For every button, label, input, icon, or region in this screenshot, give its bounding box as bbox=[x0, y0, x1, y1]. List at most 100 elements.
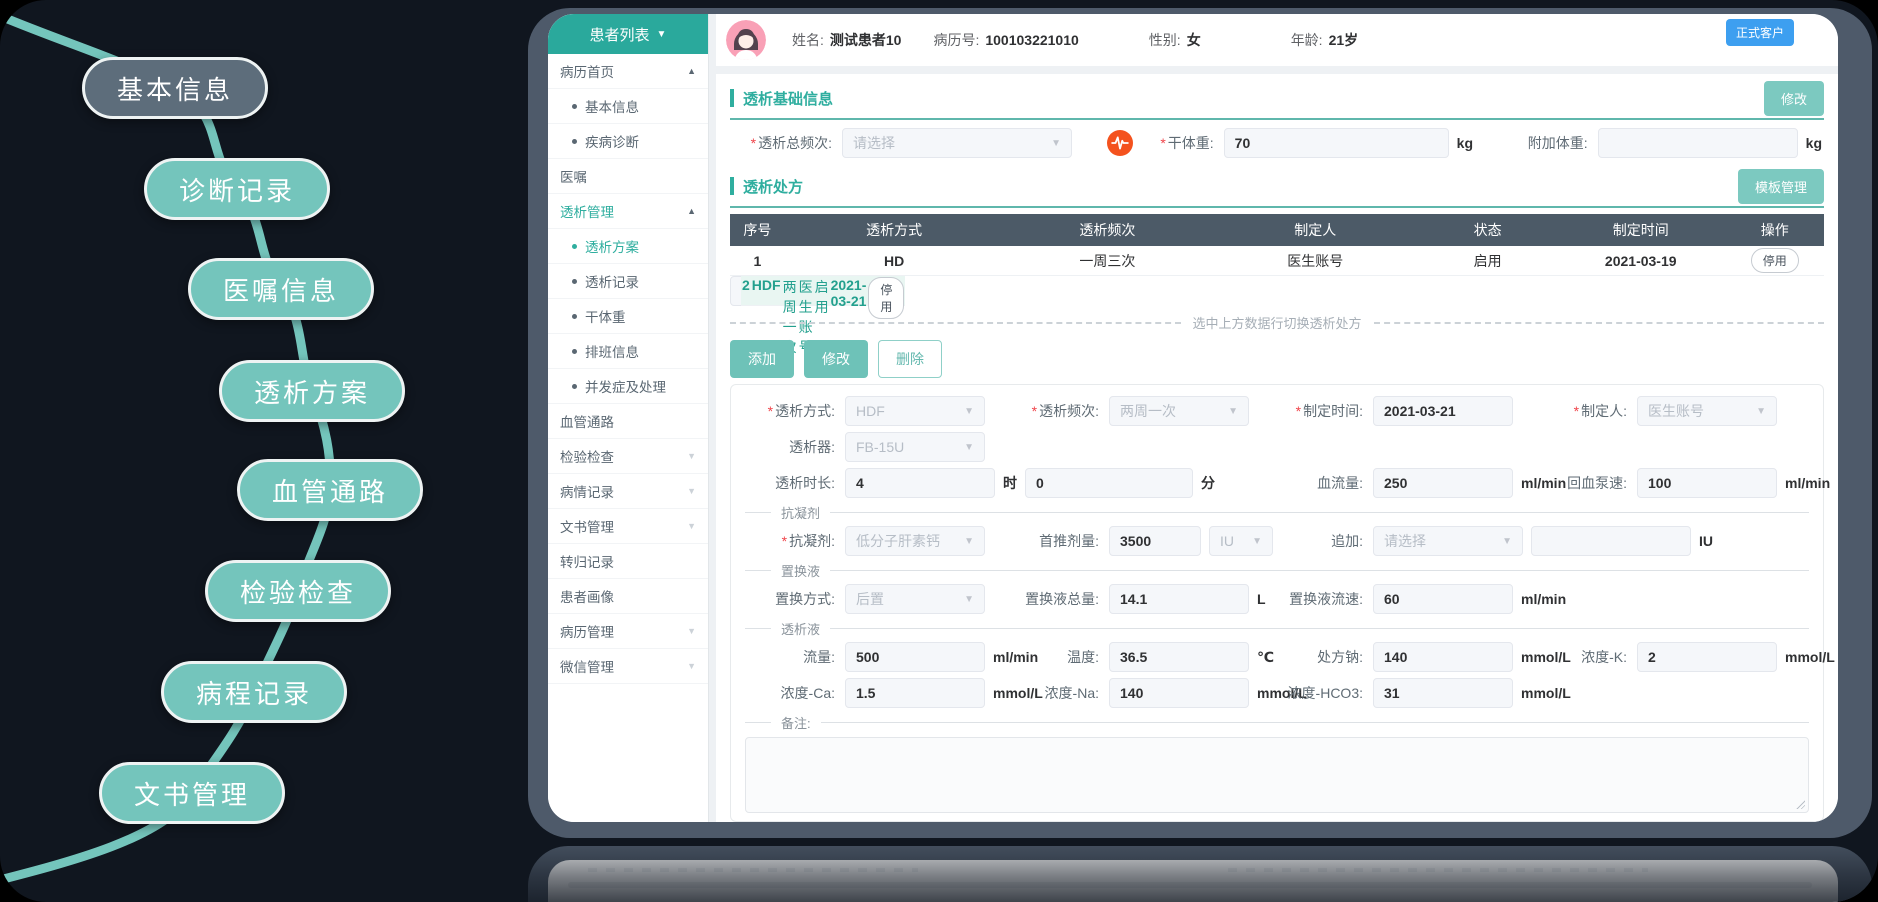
sidebar-item[interactable]: 病历首页▲ bbox=[548, 54, 708, 89]
unit-label: IU bbox=[1699, 533, 1713, 549]
table-row[interactable]: 1HD一周三次医生账号启用2021-03-19停用 bbox=[730, 246, 1824, 276]
dropdown[interactable]: IU▼ bbox=[1209, 526, 1273, 556]
dropdown-value: 请选择 bbox=[853, 133, 895, 153]
sidebar-item[interactable]: 文书管理▼ bbox=[548, 509, 708, 544]
app-window: 患者列表 ▼ 病历首页▲基本信息疾病诊断医嘱透析管理▲透析方案透析记录干体重排班… bbox=[548, 14, 1838, 822]
field-label: 血流量: bbox=[1273, 473, 1373, 493]
dropdown[interactable]: 请选择▼ bbox=[1373, 526, 1523, 556]
form-field: 浓度-Ca:1.5mmol/L bbox=[745, 678, 1009, 708]
form-field: 置换方式:后置▼ bbox=[745, 584, 1009, 614]
sidebar-item[interactable]: 医嘱 bbox=[548, 159, 708, 194]
text-input[interactable]: 2021-03-21 bbox=[1373, 396, 1513, 426]
patient-field-value: 女 bbox=[1187, 30, 1201, 50]
table-cell: 1 bbox=[730, 246, 785, 276]
section-title: 透析处方 bbox=[743, 176, 1738, 197]
sidebar-item[interactable]: 检验检查▼ bbox=[548, 439, 708, 474]
sidebar-item[interactable]: 微信管理▼ bbox=[548, 649, 708, 684]
sidebar-item[interactable]: 患者画像 bbox=[548, 579, 708, 614]
text-input[interactable]: 0 bbox=[1025, 468, 1193, 498]
form-section-divider: 抗凝剂 bbox=[745, 501, 1809, 523]
sidebar-item[interactable]: 透析管理▲ bbox=[548, 194, 708, 229]
sidebar-item[interactable]: 透析记录 bbox=[548, 264, 708, 299]
dropdown[interactable]: 低分子肝素钙▼ bbox=[845, 526, 985, 556]
text-input[interactable]: 2 bbox=[1637, 642, 1777, 672]
dropdown[interactable]: HDF▼ bbox=[845, 396, 985, 426]
remark-textarea[interactable] bbox=[745, 737, 1809, 813]
stage-background: 基本信息诊断记录医嘱信息透析方案血管通路检验检查病程记录文书管理 患者列表 ▼ … bbox=[0, 0, 1878, 902]
patient-list-header[interactable]: 患者列表 ▼ bbox=[548, 14, 708, 54]
table-row[interactable]: 2HDF两周一次医生账号启用2021-03-21停用 bbox=[730, 276, 785, 306]
sidebar-item[interactable]: 疾病诊断 bbox=[548, 124, 708, 159]
text-input[interactable]: 250 bbox=[1373, 468, 1513, 498]
hint-text: 选中上方数据行切换透析处方 bbox=[1193, 313, 1362, 332]
deactivate-button[interactable]: 停用 bbox=[1751, 248, 1799, 273]
sidebar-item[interactable]: 病历管理▼ bbox=[548, 614, 708, 649]
field-label: 浓度-Na: bbox=[1009, 683, 1109, 703]
form-row: 透析时长:4时0分血流量:250ml/min回血泵速:100ml/min bbox=[745, 465, 1809, 501]
text-input[interactable]: 31 bbox=[1373, 678, 1513, 708]
text-input[interactable]: 70 bbox=[1224, 128, 1449, 158]
dropdown[interactable]: 两周一次▼ bbox=[1109, 396, 1249, 426]
sidebar-item[interactable]: 病情记录▼ bbox=[548, 474, 708, 509]
unit-label: 分 bbox=[1201, 473, 1215, 493]
caret-down-icon: ▼ bbox=[1502, 536, 1512, 547]
text-input[interactable] bbox=[1598, 128, 1798, 158]
field-label: *制定时间: bbox=[1273, 401, 1373, 421]
text-input[interactable]: 3500 bbox=[1109, 526, 1201, 556]
sidebar-item[interactable]: 干体重 bbox=[548, 299, 708, 334]
sidebar-item[interactable]: 排班信息 bbox=[548, 334, 708, 369]
form-field: *透析总频次:请选择▼ bbox=[732, 128, 1072, 158]
sidebar-item[interactable]: 血管通路 bbox=[548, 404, 708, 439]
text-input[interactable]: 500 bbox=[845, 642, 985, 672]
patient-field: 姓名:测试患者10 bbox=[792, 30, 901, 50]
field-controls: 后置▼ bbox=[845, 584, 985, 614]
sidebar-item-label: 患者画像 bbox=[560, 586, 696, 606]
form-section-label: 透析液 bbox=[781, 619, 820, 638]
form-section-label: 置换液 bbox=[781, 561, 820, 580]
modify-button[interactable]: 修改 bbox=[1764, 81, 1824, 116]
text-input[interactable] bbox=[1531, 526, 1691, 556]
sidebar: 患者列表 ▼ 病历首页▲基本信息疾病诊断医嘱透析管理▲透析方案透析记录干体重排班… bbox=[548, 14, 709, 822]
sidebar-item-label: 疾病诊断 bbox=[585, 131, 696, 151]
dropdown[interactable]: 医生账号▼ bbox=[1637, 396, 1777, 426]
flow-node-2: 诊断记录 bbox=[144, 158, 330, 220]
chevron-down-icon: ▼ bbox=[687, 486, 696, 496]
sidebar-item[interactable]: 并发症及处理 bbox=[548, 369, 708, 404]
table-header-cell: 制定人 bbox=[1211, 214, 1419, 246]
delete-button[interactable]: 删除 bbox=[878, 340, 942, 378]
field-label: 回血泵速: bbox=[1537, 473, 1637, 493]
caret-down-icon: ▼ bbox=[964, 406, 974, 417]
text-input[interactable]: 14.1 bbox=[1109, 584, 1249, 614]
sidebar-item[interactable]: 转归记录 bbox=[548, 544, 708, 579]
text-input[interactable]: 60 bbox=[1373, 584, 1513, 614]
edit-button[interactable]: 修改 bbox=[804, 340, 868, 378]
field-label: 追加: bbox=[1273, 531, 1373, 551]
sidebar-item[interactable]: 透析方案 bbox=[548, 229, 708, 264]
status-badge[interactable]: 正式客户 bbox=[1726, 19, 1794, 46]
sidebar-item[interactable]: 基本信息 bbox=[548, 89, 708, 124]
template-manage-button[interactable]: 模板管理 bbox=[1738, 169, 1824, 204]
field-controls: 4时0分 bbox=[845, 468, 1215, 498]
form-field: *制定人:医生账号▼ bbox=[1537, 396, 1801, 426]
text-input[interactable]: 140 bbox=[1109, 678, 1249, 708]
text-input[interactable]: 100 bbox=[1637, 468, 1777, 498]
deactivate-button[interactable]: 停用 bbox=[868, 277, 904, 319]
patient-field-label: 姓名: bbox=[792, 30, 824, 50]
form-row: 透析器:FB-15U▼ bbox=[745, 429, 1809, 465]
text-input[interactable]: 36.5 bbox=[1109, 642, 1249, 672]
sidebar-menu: 病历首页▲基本信息疾病诊断医嘱透析管理▲透析方案透析记录干体重排班信息并发症及处… bbox=[548, 54, 708, 684]
field-label: *制定人: bbox=[1537, 401, 1637, 421]
add-button[interactable]: 添加 bbox=[730, 340, 794, 378]
app-frame: 患者列表 ▼ 病历首页▲基本信息疾病诊断医嘱透析管理▲透析方案透析记录干体重排班… bbox=[528, 8, 1872, 838]
divider-line bbox=[745, 570, 771, 571]
dropdown[interactable]: 请选择▼ bbox=[842, 128, 1072, 158]
dropdown[interactable]: 后置▼ bbox=[845, 584, 985, 614]
dropdown[interactable]: FB-15U▼ bbox=[845, 432, 985, 462]
field-label: 置换方式: bbox=[745, 589, 845, 609]
text-input[interactable]: 140 bbox=[1373, 642, 1513, 672]
text-input[interactable]: 1.5 bbox=[845, 678, 985, 708]
table-header-cell: 状态 bbox=[1419, 214, 1556, 246]
text-input[interactable]: 4 bbox=[845, 468, 995, 498]
dashed-line bbox=[1374, 322, 1825, 324]
form-section-divider: 透析液 bbox=[745, 617, 1809, 639]
